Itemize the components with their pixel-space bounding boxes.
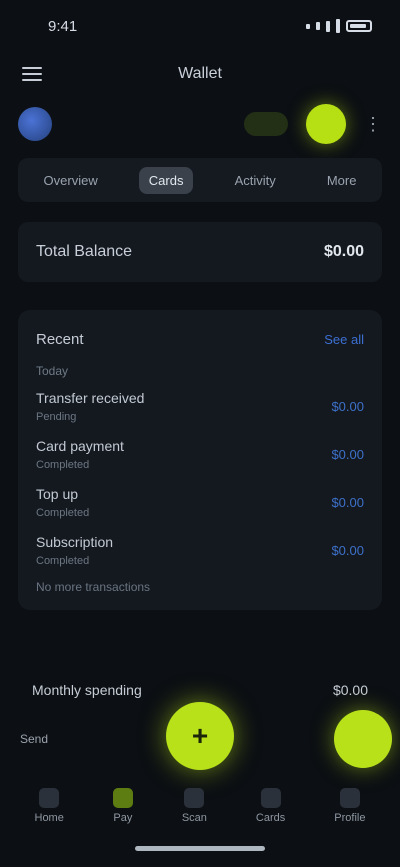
list-item-amount: $0.00 (331, 398, 364, 414)
card-icon (260, 788, 281, 808)
battery-icon (346, 20, 372, 32)
list-item-sub: Pending (36, 410, 77, 423)
transactions-title: Recent (36, 330, 84, 348)
bottom-nav: Home Pay Scan Cards Profile (0, 778, 400, 834)
nav-label: Scan (181, 812, 207, 824)
home-icon (39, 788, 60, 808)
nav-item-profile[interactable]: Profile (334, 788, 365, 824)
app-header: Wallet (0, 52, 400, 96)
list-item-amount: $0.00 (331, 542, 364, 558)
transactions-subtitle: Today (36, 364, 69, 378)
list-item-sub: Completed (36, 554, 90, 567)
nav-item-cards[interactable]: Cards (256, 788, 285, 824)
tab-more[interactable]: More (317, 167, 367, 194)
list-item-name: Card payment (36, 437, 124, 454)
list-item-name: Top up (36, 485, 79, 502)
summary-label: Monthly spending (32, 682, 142, 698)
balance-value: $0.00 (323, 243, 364, 260)
list-item[interactable]: Transfer received Pending $0.00 (36, 382, 364, 430)
send-label[interactable]: Send (20, 732, 48, 746)
balance-label: Total Balance (36, 243, 133, 260)
summary-value: $0.00 (332, 682, 368, 698)
signal-icon (336, 19, 340, 33)
plus-icon: + (191, 720, 209, 751)
nav-label: Profile (334, 812, 366, 824)
nav-label: Cards (255, 812, 286, 824)
list-item-name: Transfer received (36, 389, 145, 406)
toolbar: ⋮ (0, 100, 400, 148)
nav-item-scan[interactable]: Scan (182, 788, 207, 824)
tab-activity[interactable]: Activity (225, 167, 286, 194)
see-all-link[interactable]: See all (324, 332, 364, 347)
nav-label: Home (34, 812, 64, 824)
nav-item-pay[interactable]: Pay (112, 788, 133, 824)
tab-overview[interactable]: Overview (34, 167, 108, 194)
transactions-header: Recent See all (36, 324, 364, 354)
avatar[interactable] (18, 107, 52, 141)
balance-card[interactable]: Total Balance $0.00 (18, 222, 382, 282)
nav-item-home[interactable]: Home (35, 788, 64, 824)
pay-icon (112, 788, 133, 808)
status-icons (306, 19, 372, 33)
nav-label: Pay (113, 812, 133, 824)
list-item-sub: Completed (36, 506, 90, 519)
toggle-pill[interactable] (244, 112, 288, 136)
signal-icon (316, 22, 320, 30)
list-item[interactable]: Card payment Completed $0.00 (36, 430, 364, 478)
menu-icon[interactable] (22, 67, 42, 81)
list-item-amount: $0.00 (331, 494, 364, 510)
profile-icon (339, 788, 360, 808)
transactions-card: Recent See all Today Transfer received P… (18, 310, 382, 610)
transactions-footer: No more transactions (36, 580, 151, 594)
signal-icon (306, 23, 310, 29)
app-screen: 9:41 Wallet ⋮ Overview Cards Activity Mo… (0, 0, 400, 867)
secondary-action-button[interactable] (334, 710, 392, 768)
list-item-amount: $0.00 (331, 446, 364, 462)
status-time: 9:41 (48, 17, 78, 35)
add-button[interactable]: + (166, 702, 234, 770)
signal-icon (326, 20, 330, 32)
more-icon[interactable]: ⋮ (364, 114, 382, 135)
scan-icon (184, 788, 205, 808)
home-indicator[interactable] (135, 846, 265, 851)
list-item[interactable]: Top up Completed $0.00 (36, 478, 364, 526)
page-title: Wallet (178, 65, 222, 82)
list-item-sub: Completed (36, 458, 90, 471)
status-bar: 9:41 (0, 0, 400, 52)
segmented-tabs: Overview Cards Activity More (18, 158, 382, 202)
list-item[interactable]: Subscription Completed $0.00 (36, 526, 364, 574)
action-button[interactable] (306, 104, 346, 144)
toolbar-actions: ⋮ (244, 104, 382, 144)
list-item-name: Subscription (36, 533, 114, 550)
tab-cards[interactable]: Cards (138, 166, 194, 194)
